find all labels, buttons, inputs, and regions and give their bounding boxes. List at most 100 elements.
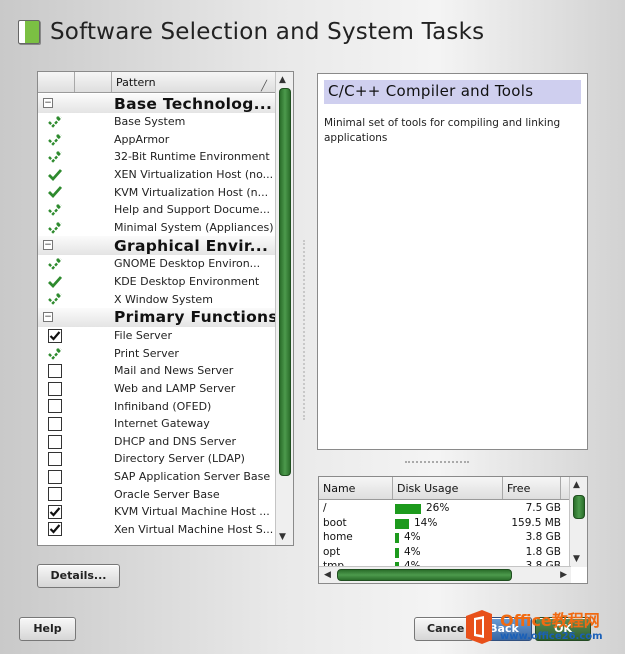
pattern-row[interactable]: Print Server <box>38 345 275 363</box>
disk-col-extra[interactable] <box>561 477 569 499</box>
pattern-label: Mail and News Server <box>114 364 234 378</box>
header-col-pattern[interactable]: Pattern ╱ <box>112 72 275 92</box>
pattern-label: KDE Desktop Environment <box>114 275 260 289</box>
pattern-row[interactable]: Oracle Server Base <box>38 485 275 503</box>
pattern-row[interactable]: Help and Support Docume... <box>38 201 275 219</box>
pattern-row[interactable]: Internet Gateway <box>38 415 275 433</box>
scroll-up-arrow-icon[interactable]: ▲ <box>279 75 286 85</box>
mount-point-name: / <box>323 502 327 514</box>
pattern-row[interactable]: AppArmor <box>38 131 275 149</box>
page-title: Software Selection and System Tasks <box>50 19 485 45</box>
unchecked-checkbox-icon[interactable] <box>47 398 63 414</box>
disk-row[interactable]: home 4% 3.8 GB <box>319 531 569 546</box>
unchecked-checkbox-icon[interactable] <box>47 434 63 450</box>
pattern-row[interactable]: Mail and News Server <box>38 362 275 380</box>
auto-selected-check-icon[interactable] <box>47 346 63 362</box>
pattern-row[interactable]: KDE Desktop Environment <box>38 273 275 291</box>
unchecked-checkbox-icon[interactable] <box>47 363 63 379</box>
checked-checkbox-icon[interactable] <box>47 504 63 520</box>
pattern-category-row[interactable]: − Graphical Envir... <box>38 236 275 256</box>
disk-scrollbar-thumb[interactable] <box>573 495 585 519</box>
unchecked-checkbox-icon[interactable] <box>47 451 63 467</box>
disk-col-usage[interactable]: Disk Usage <box>393 477 503 499</box>
pattern-list[interactable]: Pattern ╱ − Base Technolog... Base System A… <box>37 71 294 546</box>
pattern-row[interactable]: KVM Virtual Machine Host ... <box>38 503 275 521</box>
pattern-label: KVM Virtualization Host (n... <box>114 185 269 199</box>
auto-selected-check-icon[interactable] <box>47 256 63 272</box>
auto-selected-check-icon[interactable] <box>47 202 63 218</box>
selected-check-icon[interactable] <box>47 184 63 200</box>
pane-splitter-vertical[interactable] <box>303 240 305 420</box>
auto-selected-check-icon[interactable] <box>47 149 63 165</box>
disk-scroll-up-icon[interactable]: ▲ <box>573 480 580 490</box>
disk-col-free[interactable]: Free <box>503 477 561 499</box>
pattern-row[interactable]: Xen Virtual Machine Host S... <box>38 520 275 538</box>
scroll-down-arrow-icon[interactable]: ▼ <box>279 532 286 542</box>
collapse-toggle-icon[interactable]: − <box>43 98 53 108</box>
disk-scroll-down-icon[interactable]: ▼ <box>573 554 580 564</box>
collapse-toggle-icon[interactable]: − <box>43 240 53 251</box>
header-col-status[interactable] <box>38 72 75 92</box>
auto-selected-check-icon[interactable] <box>47 220 63 236</box>
header-col-icon[interactable] <box>75 72 112 92</box>
disk-col-name[interactable]: Name <box>319 477 393 499</box>
pattern-label: Print Server <box>114 346 179 360</box>
pattern-label: Minimal System (Appliances) <box>114 220 274 234</box>
auto-selected-check-icon[interactable] <box>47 114 63 130</box>
scrollbar-thumb[interactable] <box>279 88 291 476</box>
checked-checkbox-icon[interactable] <box>47 328 63 344</box>
unchecked-checkbox-icon[interactable] <box>47 416 63 432</box>
auto-selected-check-icon[interactable] <box>47 132 63 148</box>
disk-usage-body: / 26% 7.5 GB boot 14% 159.5 MB home 4% 3.8 GB opt… <box>319 502 569 566</box>
pattern-list-scrollbar[interactable]: ▲ ▼ <box>275 72 293 545</box>
window-title-bar: Software Selection and System Tasks <box>18 16 484 48</box>
pattern-row[interactable]: SAP Application Server Base <box>38 468 275 486</box>
pattern-row[interactable]: File Server <box>38 327 275 345</box>
help-button[interactable]: Help <box>19 617 76 641</box>
pattern-row[interactable]: Web and LAMP Server <box>38 380 275 398</box>
pattern-row[interactable]: Minimal System (Appliances) <box>38 219 275 237</box>
disk-hscroll-thumb[interactable] <box>337 569 512 581</box>
disk-row[interactable]: opt 4% 1.8 GB <box>319 546 569 561</box>
pattern-label: XEN Virtualization Host (no... <box>114 168 274 182</box>
selected-check-icon[interactable] <box>47 274 63 290</box>
pattern-category-label: Graphical Envir... <box>114 236 269 255</box>
pattern-row[interactable]: XEN Virtualization Host (no... <box>38 166 275 184</box>
pattern-row[interactable]: Directory Server (LDAP) <box>38 450 275 468</box>
pattern-category-row[interactable]: − Base Technolog... <box>38 94 275 113</box>
pattern-label: KVM Virtual Machine Host ... <box>114 505 270 519</box>
pattern-row[interactable]: DHCP and DNS Server <box>38 433 275 451</box>
auto-selected-check-icon[interactable] <box>47 291 63 307</box>
pattern-label: Web and LAMP Server <box>114 382 236 396</box>
pattern-row[interactable]: X Window System <box>38 290 275 308</box>
details-button[interactable]: Details... <box>37 564 120 588</box>
disk-row[interactable]: / 26% 7.5 GB <box>319 502 569 517</box>
collapse-toggle-icon[interactable]: − <box>43 311 53 322</box>
pattern-row[interactable]: 32-Bit Runtime Environment <box>38 148 275 166</box>
disk-scroll-right-icon[interactable]: ▶ <box>560 570 567 580</box>
pane-splitter-horizontal[interactable] <box>405 461 469 463</box>
pattern-row[interactable]: KVM Virtualization Host (n... <box>38 183 275 201</box>
pattern-row[interactable]: Base System <box>38 113 275 131</box>
disk-scrollbar-vertical[interactable]: ▲ ▼ <box>569 477 587 567</box>
pattern-row[interactable]: GNOME Desktop Environ... <box>38 255 275 273</box>
selected-check-icon[interactable] <box>47 167 63 183</box>
disk-free-space: 3.8 GB <box>525 531 561 543</box>
pattern-category-row[interactable]: − Primary Functions <box>38 307 275 327</box>
pattern-label: Oracle Server Base <box>114 487 220 501</box>
pattern-label: GNOME Desktop Environ... <box>114 257 261 271</box>
disk-scrollbar-horizontal[interactable]: ◀ ▶ <box>319 566 571 583</box>
mount-point-name: boot <box>323 516 347 529</box>
disk-usage-table[interactable]: Name Disk Usage Free / 26% 7.5 GB boot 14% 15… <box>318 476 588 584</box>
disk-usage-percent: 26% <box>426 502 450 514</box>
disk-scroll-left-icon[interactable]: ◀ <box>324 570 331 580</box>
unchecked-checkbox-icon[interactable] <box>47 486 63 502</box>
unchecked-checkbox-icon[interactable] <box>47 469 63 485</box>
watermark-sub-text: www.office26.com <box>500 630 603 642</box>
pattern-row[interactable]: Infiniband (OFED) <box>38 397 275 415</box>
checked-checkbox-icon[interactable] <box>47 521 63 537</box>
disk-row[interactable]: boot 14% 159.5 MB <box>319 517 569 532</box>
pattern-label: SAP Application Server Base <box>114 469 271 483</box>
watermark-main-text: Office教程网 <box>500 610 600 630</box>
unchecked-checkbox-icon[interactable] <box>47 381 63 397</box>
